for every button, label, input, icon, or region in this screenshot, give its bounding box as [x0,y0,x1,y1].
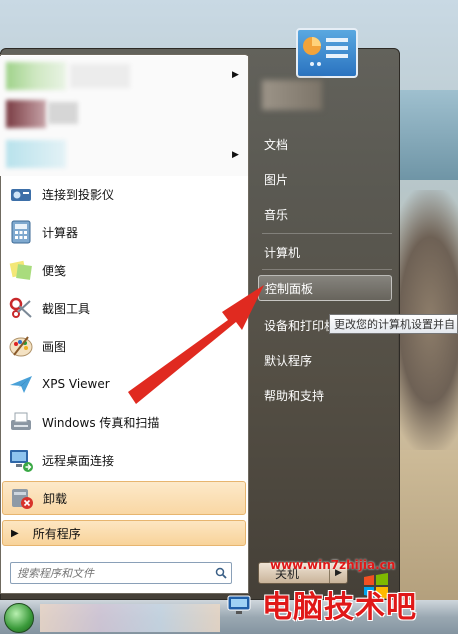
start-orb-icon[interactable] [4,603,34,633]
watermark-text: 电脑技术吧 [262,590,417,625]
watermark-url: www.win7zhijia.cn [270,558,396,572]
network-icon [224,590,258,618]
taskbar-items-blurred [40,604,220,632]
annotation-arrow [128,285,264,404]
